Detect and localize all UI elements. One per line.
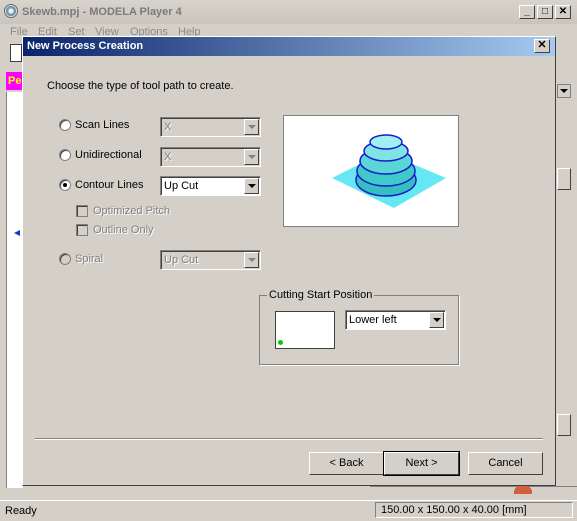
spiral-radio[interactable] bbox=[59, 253, 71, 265]
unidirectional-direction-value: X bbox=[164, 151, 172, 163]
outline-only-label: Outline Only bbox=[93, 224, 154, 236]
scan-lines-direction-value: X bbox=[164, 121, 172, 133]
stop-icon[interactable] bbox=[514, 486, 532, 494]
panel-dropdown-arrow[interactable] bbox=[557, 84, 571, 98]
chevron-down-icon[interactable] bbox=[429, 312, 444, 328]
cutting-start-value: Lower left bbox=[349, 314, 397, 326]
dialog-prompt: Choose the type of tool path to create. bbox=[47, 80, 234, 92]
optimized-pitch-label: Optimized Pitch bbox=[93, 205, 171, 217]
axis-arrow-icon bbox=[14, 230, 20, 236]
status-bar: Ready 150.00 x 150.00 x 40.00 [mm] bbox=[0, 500, 577, 521]
toolpath-preview bbox=[283, 115, 459, 227]
chevron-down-icon[interactable] bbox=[244, 252, 259, 268]
contour-toolpath-illustration bbox=[332, 134, 446, 208]
contour-lines-label[interactable]: Contour Lines bbox=[75, 179, 144, 191]
app-icon bbox=[4, 4, 18, 18]
contour-lines-cut-value: Up Cut bbox=[164, 180, 199, 192]
chevron-down-icon[interactable] bbox=[244, 149, 259, 165]
contour-lines-radio[interactable] bbox=[59, 179, 71, 191]
back-button[interactable]: < Back bbox=[309, 452, 384, 475]
status-text: Ready bbox=[5, 505, 37, 517]
new-process-dialog: New Process Creation ✕ Choose the type o… bbox=[22, 36, 556, 486]
toolbar-new-icon[interactable] bbox=[10, 44, 22, 62]
unidirectional-radio[interactable] bbox=[59, 149, 71, 161]
spiral-label[interactable]: Spiral bbox=[75, 253, 103, 265]
outline-only-checkbox[interactable] bbox=[76, 224, 88, 236]
cutting-start-combo[interactable]: Lower left bbox=[345, 310, 446, 330]
spiral-cut-value: Up Cut bbox=[164, 254, 199, 266]
start-position-dot bbox=[278, 340, 283, 345]
next-button[interactable]: Next > bbox=[383, 451, 460, 476]
scan-lines-label[interactable]: Scan Lines bbox=[75, 119, 129, 131]
start-position-preview bbox=[275, 311, 335, 349]
app-title: Skewb.mpj - MODELA Player 4 bbox=[22, 6, 182, 18]
minimize-button[interactable]: _ bbox=[519, 5, 535, 19]
spiral-cut-combo[interactable]: Up Cut bbox=[160, 250, 261, 270]
contour-lines-cut-combo[interactable]: Up Cut bbox=[160, 176, 261, 196]
app-close-button[interactable]: ✕ bbox=[555, 5, 571, 19]
chevron-down-icon[interactable] bbox=[244, 119, 259, 135]
panel-button-2[interactable] bbox=[557, 414, 571, 436]
model-view bbox=[6, 92, 23, 488]
chevron-down-icon[interactable] bbox=[244, 178, 259, 194]
button-separator bbox=[35, 438, 543, 440]
maximize-button[interactable]: □ bbox=[537, 5, 553, 19]
scan-lines-direction-combo[interactable]: X bbox=[160, 117, 261, 137]
panel-button[interactable] bbox=[557, 168, 571, 190]
dialog-close-button[interactable]: ✕ bbox=[534, 39, 550, 53]
bottom-toolbar bbox=[370, 486, 577, 501]
unidirectional-direction-combo[interactable]: X bbox=[160, 147, 261, 167]
process-tag: Pe bbox=[6, 72, 22, 90]
dialog-title-bar: New Process Creation ✕ bbox=[23, 37, 555, 56]
dialog-title: New Process Creation bbox=[27, 40, 144, 52]
cancel-button[interactable]: Cancel bbox=[468, 452, 543, 475]
optimized-pitch-checkbox[interactable] bbox=[76, 205, 88, 217]
scan-lines-radio[interactable] bbox=[59, 119, 71, 131]
contour-ring bbox=[369, 134, 403, 150]
cutting-start-label: Cutting Start Position bbox=[267, 289, 375, 301]
unidirectional-label[interactable]: Unidirectional bbox=[75, 149, 142, 161]
status-dimensions: 150.00 x 150.00 x 40.00 [mm] bbox=[375, 502, 573, 518]
app-title-bar: Skewb.mpj - MODELA Player 4 _ □ ✕ bbox=[0, 0, 577, 24]
